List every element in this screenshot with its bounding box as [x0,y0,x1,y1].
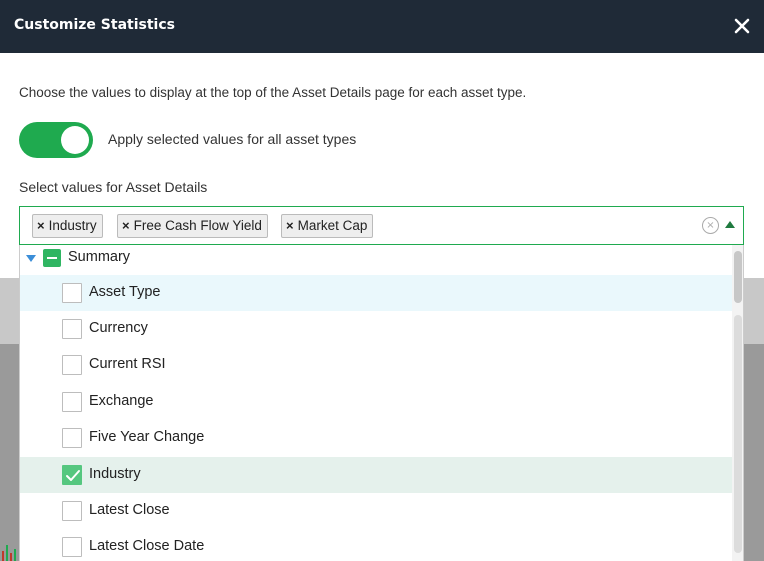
backdrop-bar [10,553,12,561]
values-dropdown-list: Summary Asset Type Currency Current RSI … [19,245,744,561]
selected-chip: × Market Cap [281,214,374,238]
item-label: Exchange [89,393,154,409]
list-item-industry[interactable]: Industry [20,457,732,493]
chip-label: Market Cap [297,218,368,233]
item-label: Latest Close [89,502,170,518]
list-item-asset-type[interactable]: Asset Type [20,275,732,311]
item-label: Industry [89,466,141,482]
x-icon[interactable]: × [122,218,130,233]
selected-chip: × Free Cash Flow Yield [117,214,268,238]
item-checkbox[interactable] [62,319,82,339]
list-item-current-rsi[interactable]: Current RSI [20,347,732,383]
item-checkbox[interactable] [62,501,82,521]
backdrop-bar [14,549,16,561]
item-checkbox[interactable] [62,428,82,448]
clear-circle-icon[interactable]: × [702,217,719,234]
item-checkbox[interactable] [62,283,82,303]
caret-down-icon[interactable] [26,255,36,262]
backdrop-bar [6,545,8,561]
group-checkbox-partial[interactable] [43,249,61,267]
item-checkbox[interactable] [62,355,82,375]
backdrop-bar [2,551,4,561]
modal-header: Customize Statistics [0,0,764,53]
item-checkbox-checked[interactable] [62,465,82,485]
chip-label: Free Cash Flow Yield [133,218,262,233]
dropdown-scrollbar[interactable] [732,245,743,561]
toggle-knob [61,126,89,154]
x-icon[interactable]: × [286,218,294,233]
close-icon [734,18,750,34]
list-item-five-year-change[interactable]: Five Year Change [20,420,732,456]
list-item-latest-close-date[interactable]: Latest Close Date [20,529,732,561]
group-label: Summary [68,249,131,265]
apply-all-toggle[interactable] [19,122,93,158]
checkmark-icon [66,470,80,481]
select-values-label: Select values for Asset Details [19,179,208,195]
list-item-latest-close[interactable]: Latest Close [20,493,732,529]
item-label: Current RSI [89,356,166,372]
item-label: Latest Close Date [89,538,205,554]
item-label: Asset Type [89,284,161,300]
item-checkbox[interactable] [62,392,82,412]
asset-details-multiselect[interactable]: × Industry × Free Cash Flow Yield × Market … [19,206,744,245]
list-item-exchange[interactable]: Exchange [20,384,732,420]
modal-description: Choose the values to display at the top … [19,85,527,100]
selected-chip: × Industry [32,214,103,238]
close-button[interactable] [730,14,754,38]
group-row-summary[interactable]: Summary [20,245,732,274]
x-icon[interactable]: × [37,218,45,233]
apply-all-toggle-label: Apply selected values for all asset type… [108,131,357,147]
chip-label: Industry [48,218,97,233]
item-label: Five Year Change [89,429,205,445]
caret-up-icon[interactable] [725,221,735,228]
item-label: Currency [89,320,148,336]
list-item-currency[interactable]: Currency [20,311,732,347]
modal-title: Customize Statistics [14,17,175,33]
scrollbar-track [734,315,742,553]
scrollbar-thumb[interactable] [734,251,742,303]
customize-statistics-modal: Customize Statistics Choose the values t… [0,0,764,278]
item-checkbox[interactable] [62,537,82,557]
